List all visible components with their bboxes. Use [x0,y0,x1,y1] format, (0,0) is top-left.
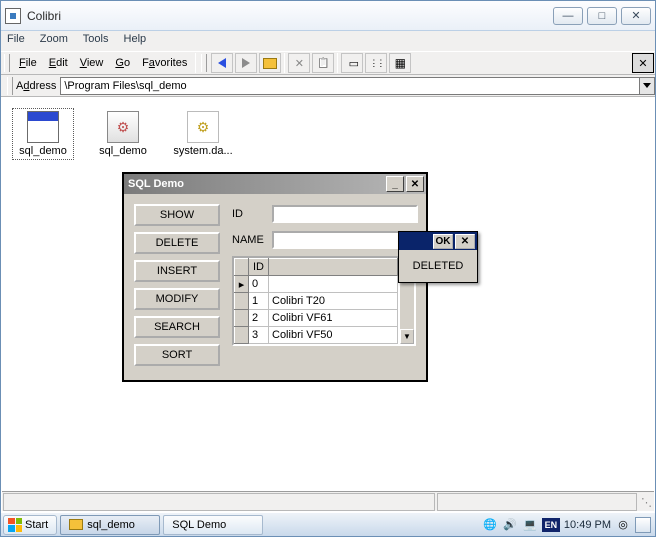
modify-button[interactable]: MODIFY [134,288,220,310]
view-details-button[interactable] [389,53,411,73]
clock[interactable]: 10:49 PM [564,519,611,531]
menu-file[interactable]: File [7,33,25,45]
sql-minimize-button[interactable]: _ [386,176,404,192]
status-cell [3,493,435,511]
task-label: sql_demo [87,519,135,531]
separator [284,53,285,73]
address-input[interactable] [60,77,639,95]
maximize-button[interactable]: □ [587,7,617,25]
separator [337,53,338,73]
file-system-dat[interactable]: system.da... [173,109,233,159]
sql-demo-window: SQL Demo _ ✕ SHOW DELETE INSERT MODIFY S… [122,172,428,382]
status-bar [2,491,654,511]
ok-button[interactable]: OK [433,234,453,249]
system-tray: 🌐 🔊 💻 EN 10:49 PM ◎ [482,517,653,533]
file-label: sql_demo [19,145,67,157]
settings-icon [187,111,219,143]
tray-network-icon[interactable]: 💻 [522,517,538,533]
toolbar-handle[interactable] [4,54,10,72]
show-desktop-button[interactable] [635,517,651,533]
col-name[interactable] [269,259,398,276]
file-sql-demo-exe[interactable]: sql_demo [13,109,73,159]
records-grid[interactable]: ID ▸0 1Colibri T20 2Colibri VF61 3Colibr… [232,256,400,346]
menu-tools[interactable]: Tools [83,33,109,45]
dialog-close-button[interactable]: ✕ [455,234,475,249]
task-label: SQL Demo [172,519,226,531]
toolbar-handle-2[interactable] [201,54,207,72]
row-selector[interactable]: ▸ [235,276,249,293]
show-button[interactable]: SHOW [134,204,220,226]
exp-menu-go[interactable]: Go [115,57,130,69]
address-bar: Address [1,75,655,97]
close-button[interactable]: ✕ [621,7,651,25]
task-sql-demo-folder[interactable]: sql_demo [60,515,160,535]
file-label: sql_demo [99,145,147,157]
exp-menu-edit[interactable]: Edit [49,57,68,69]
up-button[interactable] [259,53,281,73]
addr-handle[interactable] [7,77,13,95]
row-selector[interactable] [235,327,249,344]
menu-help[interactable]: Help [124,33,147,45]
delete-button[interactable] [288,53,310,73]
minimize-button[interactable]: — [553,7,583,25]
sql-title: SQL Demo [128,178,184,190]
col-id[interactable]: ID [249,259,269,276]
table-row: 2Colibri VF61 [235,310,398,327]
view-list-button[interactable] [365,53,387,73]
row-selector[interactable] [235,310,249,327]
separator [195,53,196,73]
name-input[interactable] [272,231,418,249]
view-large-button[interactable] [341,53,363,73]
exp-menu-file[interactable]: File [19,57,37,69]
folder-view[interactable]: sql_demo sql_demo system.da... SQL Demo … [1,97,655,487]
insert-button[interactable]: INSERT [134,260,220,282]
taskbar: Start sql_demo SQL Demo 🌐 🔊 💻 EN 10:49 P… [1,512,655,536]
language-indicator[interactable]: EN [542,518,560,532]
table-row: 3Colibri VF50 [235,327,398,344]
tray-icon[interactable]: 🌐 [482,517,498,533]
address-dropdown[interactable] [639,77,655,95]
properties-button[interactable] [312,53,334,73]
tray-volume-icon[interactable]: 🔊 [502,517,518,533]
start-label: Start [25,519,48,531]
table-row: 1Colibri T20 [235,293,398,310]
dialog-message: DELETED [399,250,477,282]
outer-menubar: File Zoom Tools Help [1,31,655,51]
outer-titlebar: Colibri — □ ✕ [1,1,655,31]
table-row: ▸0 [235,276,398,293]
address-label: Address [16,80,56,92]
delete-record-button[interactable]: DELETE [134,232,220,254]
row-selector[interactable] [235,293,249,310]
exe-icon [27,111,59,143]
task-sql-demo-app[interactable]: SQL Demo [163,515,263,535]
window-title: Colibri [27,9,61,23]
toolbar-close-button[interactable] [632,53,654,73]
name-label: NAME [232,234,272,246]
start-button[interactable]: Start [3,515,57,535]
status-cell [437,493,637,511]
folder-icon [69,519,83,530]
exp-menu-favorites[interactable]: Favorites [142,57,187,69]
resize-grip[interactable] [638,492,654,511]
scroll-down-icon[interactable]: ▼ [400,329,414,344]
dialog-titlebar[interactable]: OK ✕ [399,232,477,250]
id-label: ID [232,208,272,220]
deleted-dialog: OK ✕ DELETED [398,231,478,283]
id-input[interactable] [272,205,418,223]
db-icon [107,111,139,143]
file-label: system.da... [173,145,232,157]
app-icon [5,8,21,24]
sort-button[interactable]: SORT [134,344,220,366]
back-button[interactable] [211,53,233,73]
sql-close-button[interactable]: ✕ [406,176,424,192]
windows-logo-icon [8,518,22,532]
search-button[interactable]: SEARCH [134,316,220,338]
forward-button[interactable] [235,53,257,73]
menu-zoom[interactable]: Zoom [40,33,68,45]
tray-app-icon[interactable]: ◎ [615,517,631,533]
exp-menu-view[interactable]: View [80,57,104,69]
file-sql-demo-db[interactable]: sql_demo [93,109,153,159]
explorer-menubar: File Edit View Go Favorites [1,51,655,75]
sql-titlebar[interactable]: SQL Demo _ ✕ [124,174,426,194]
